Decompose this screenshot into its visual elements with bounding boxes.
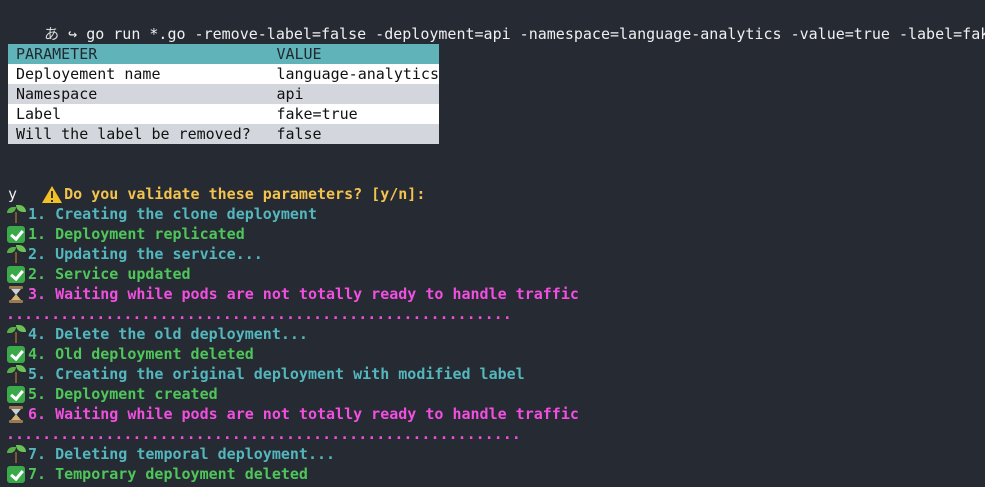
sprout-icon — [6, 364, 28, 384]
check-icon — [6, 464, 28, 484]
step-line: 6. Waiting while pods are not totally re… — [6, 404, 579, 424]
step-text: 6. Waiting while pods are not totally re… — [28, 405, 579, 423]
param-cell: Label — [8, 104, 269, 124]
parameters-table: PARAMETER VALUE Deployement name languag… — [8, 44, 439, 144]
param-cell: Deployement name — [8, 64, 269, 84]
prompt-glyph: あ — [44, 25, 60, 43]
step-line: 7. Deleting temporal deployment... — [6, 444, 335, 464]
terminal-window[interactable]: あ ↪ go run *.go -remove-label=false -depl… — [0, 0, 985, 487]
step-text: 7. Temporary deployment deleted — [28, 465, 308, 483]
step-text: ........................................… — [6, 425, 521, 443]
sprout-icon — [6, 444, 28, 464]
table-row: Deployement name language-analytics — [8, 64, 439, 84]
value-cell: language-analytics — [268, 64, 439, 84]
step-line: 1. Creating the clone deployment — [6, 204, 317, 224]
table-header-row: PARAMETER VALUE — [8, 44, 439, 64]
step-text: 1. Deployment replicated — [28, 225, 245, 243]
step-text: 3. Waiting while pods are not totally re… — [28, 285, 579, 303]
step-line: 4. Old deployment deleted — [6, 344, 254, 364]
check-icon — [6, 224, 28, 244]
step-line: 4. Delete the old deployment... — [6, 324, 308, 344]
step-line: ........................................… — [6, 304, 512, 324]
hourglass-icon — [6, 404, 28, 424]
step-line: 2. Updating the service... — [6, 244, 263, 264]
step-line: 5. Deployment created — [6, 384, 218, 404]
step-text: 4. Old deployment deleted — [28, 345, 254, 363]
sprout-icon — [6, 324, 28, 344]
step-text: 2. Service updated — [28, 265, 191, 283]
table-row: Label fake=true — [8, 104, 439, 124]
value-cell: false — [268, 124, 439, 144]
step-text: 7. Deleting temporal deployment... — [28, 445, 336, 463]
step-line: 2. Service updated — [6, 264, 191, 284]
param-cell: Namespace — [8, 84, 269, 104]
hourglass-icon — [6, 284, 28, 304]
step-text: 5. Deployment created — [28, 385, 218, 403]
sprout-icon — [6, 244, 28, 264]
command-line: あ ↪ go run *.go -remove-label=false -depl… — [8, 4, 985, 43]
command-text: go run *.go -remove-label=false -deploym… — [86, 25, 985, 43]
table-row: Namespace api — [8, 84, 439, 104]
step-line: 5. Creating the original deployment with… — [6, 364, 525, 384]
check-icon — [6, 264, 28, 284]
step-text: ........................................… — [6, 305, 512, 323]
step-line: 1. Deployment replicated — [6, 224, 245, 244]
warning-icon — [42, 184, 64, 204]
value-cell: fake=true — [268, 104, 439, 124]
validation-question: Do you validate these parameters? [y/n]: — [6, 164, 425, 203]
step-text: 4. Delete the old deployment... — [28, 325, 308, 343]
value-cell: api — [268, 84, 439, 104]
table-row: Will the label be removed? false — [8, 124, 439, 144]
step-line: ........................................… — [6, 424, 521, 444]
step-line: 7. Temporary deployment deleted — [6, 464, 308, 484]
check-icon — [6, 384, 28, 404]
column-header-parameter: PARAMETER — [8, 44, 269, 64]
column-header-value: VALUE — [268, 44, 439, 64]
step-text: 1. Creating the clone deployment — [28, 205, 317, 223]
step-text: 2. Updating the service... — [28, 245, 263, 263]
step-text: 5. Creating the original deployment with… — [28, 365, 525, 383]
param-cell: Will the label be removed? — [8, 124, 269, 144]
user-answer: y — [8, 185, 18, 203]
sprout-icon — [6, 204, 28, 224]
check-icon — [6, 344, 28, 364]
prompt-arrow: ↪ — [68, 25, 78, 43]
step-line: 3. Waiting while pods are not totally re… — [6, 284, 579, 304]
question-text: Do you validate these parameters? [y/n]: — [64, 185, 426, 203]
